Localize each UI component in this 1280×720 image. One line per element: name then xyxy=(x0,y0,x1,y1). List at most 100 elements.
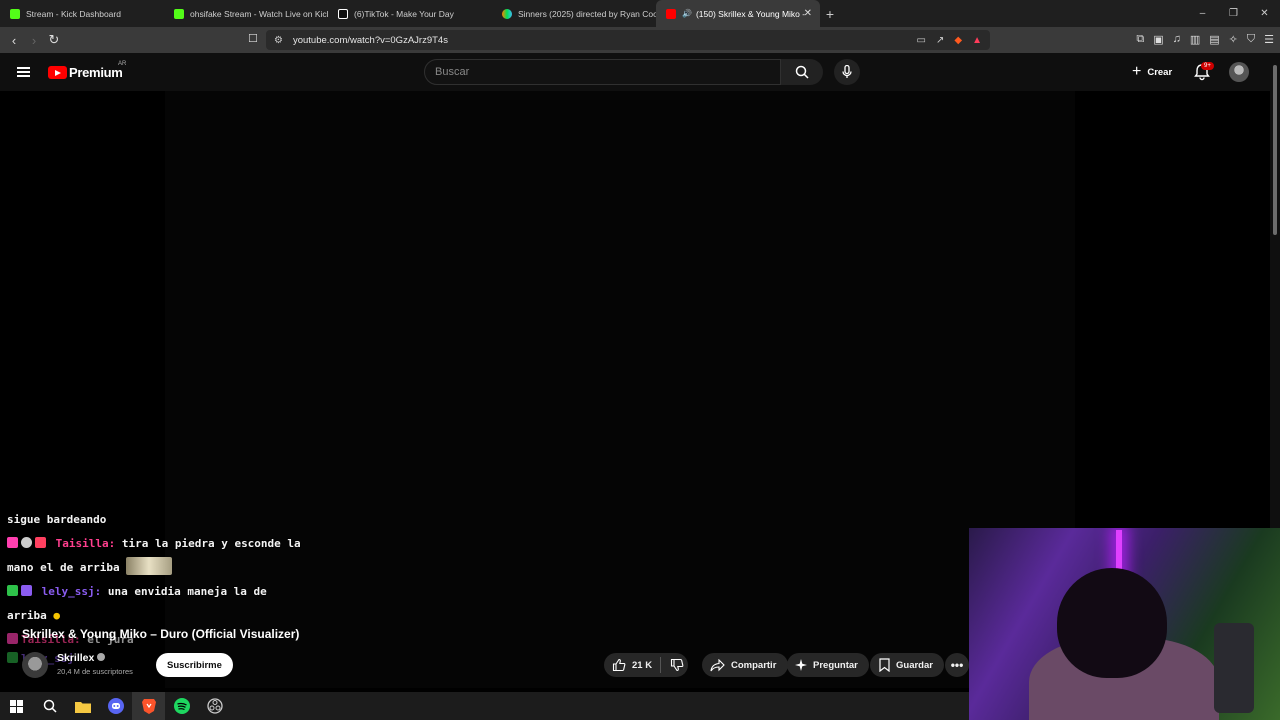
wallet-icon[interactable]: ▤ xyxy=(1209,33,1219,46)
tab-kick-stream[interactable]: ohsifake Stream - Watch Live on Kick xyxy=(164,0,328,27)
menu-icon[interactable]: ☰ xyxy=(1264,33,1274,46)
channel-name-link[interactable]: Skrillex xyxy=(57,652,106,664)
tab-label: Stream - Kick Dashboard xyxy=(26,8,121,19)
reload-icon[interactable]: ↻ xyxy=(44,32,64,48)
url-text: youtube.com/watch?v=0GzAJrz9T4s xyxy=(292,34,448,46)
thumbs-up-icon[interactable] xyxy=(612,658,626,672)
cast-icon[interactable]: ▭ xyxy=(917,35,926,46)
check-badge-icon xyxy=(7,585,18,596)
close-window-button[interactable]: ✕ xyxy=(1249,0,1280,27)
chat-text: una envidia maneja la de xyxy=(101,585,267,598)
forward-icon[interactable]: › xyxy=(24,33,44,48)
video-title: Skrillex & Young Miko – Duro (Official V… xyxy=(22,627,300,641)
chat-username: Taisilla: xyxy=(55,537,116,550)
share-button[interactable]: Compartir xyxy=(702,653,789,677)
brave-icon[interactable] xyxy=(132,692,165,720)
ask-button[interactable]: Preguntar xyxy=(787,653,869,677)
tab-label: ohsifake Stream - Watch Live on Kick xyxy=(190,8,328,19)
search-icon[interactable] xyxy=(33,692,66,720)
kick-icon xyxy=(174,8,184,19)
brave-rewards-icon[interactable]: ▲ xyxy=(972,35,982,46)
voice-search-button[interactable] xyxy=(834,59,860,85)
chat-text: arriba xyxy=(7,609,47,622)
windows-start-icon[interactable] xyxy=(0,692,33,720)
tab-label: Sinners (2025) directed by Ryan Coo xyxy=(518,8,656,19)
letterboxd-icon xyxy=(502,8,512,19)
youtube-icon xyxy=(666,8,676,19)
kick-icon xyxy=(10,8,20,19)
search-button[interactable] xyxy=(781,59,823,85)
share-icon xyxy=(710,658,725,671)
chat-emote xyxy=(126,557,173,575)
thumbs-down-icon[interactable] xyxy=(670,658,684,672)
tab-label: (150) Skrillex & Young Miko - xyxy=(695,8,806,19)
scrollbar-thumb[interactable] xyxy=(1273,65,1277,235)
vpn-icon[interactable]: ⛉ xyxy=(1247,33,1255,46)
obs-icon[interactable] xyxy=(198,692,231,720)
chat-username: lely_ssj: xyxy=(41,585,102,598)
tab-youtube-active[interactable]: 🔊 (150) Skrillex & Young Miko - ✕ xyxy=(656,0,820,27)
emoji-icon: ● xyxy=(53,609,60,622)
sub-badge-icon xyxy=(21,585,32,596)
window-controls: – ❐ ✕ xyxy=(1187,0,1280,27)
divider xyxy=(660,657,662,673)
tab-tiktok[interactable]: (6)TikTok - Make Your Day xyxy=(328,0,492,27)
youtube-play-icon xyxy=(48,66,67,79)
chat-text: mano el de arriba xyxy=(7,561,120,574)
search-box[interactable] xyxy=(424,59,781,85)
tab-letterboxd[interactable]: Sinners (2025) directed by Ryan Coo xyxy=(492,0,656,27)
share-page-icon[interactable]: ↗ xyxy=(936,35,944,46)
subscribe-button[interactable]: Suscribirme xyxy=(156,653,233,677)
tiktok-icon xyxy=(338,8,348,19)
restore-button[interactable]: ❐ xyxy=(1218,0,1249,27)
spotify-icon[interactable] xyxy=(165,692,198,720)
youtube-premium-logo[interactable]: Premium AR xyxy=(48,61,126,80)
file-explorer-icon[interactable] xyxy=(66,692,99,720)
hamburger-menu-icon[interactable] xyxy=(17,67,30,77)
video-info: Skrillex & Young Miko – Duro (Official V… xyxy=(0,622,969,688)
heart-badge-icon xyxy=(35,537,46,548)
speaker-icon[interactable]: 🔊 xyxy=(682,9,692,18)
logo-text: Premium xyxy=(69,65,123,80)
search-icon xyxy=(795,65,809,79)
save-label: Guardar xyxy=(896,659,933,671)
create-label: Crear xyxy=(1147,66,1173,78)
tab-label: (6)TikTok - Make Your Day xyxy=(354,8,454,19)
media-icon[interactable]: ♫ xyxy=(1173,33,1181,46)
wallet-icon[interactable]: ▣ xyxy=(1153,33,1163,46)
new-tab-button[interactable]: + xyxy=(820,0,840,27)
like-count[interactable]: 21 K xyxy=(632,660,652,671)
extensions-bar: ⧉ ▣ ♫ ▥ ▤ ✧ ⛉ ☰ xyxy=(1136,33,1274,46)
more-actions-button[interactable]: ••• xyxy=(945,653,969,677)
chat-message: sigue bardeando xyxy=(0,508,300,532)
brave-shields-icon[interactable]: ◆ xyxy=(954,35,962,46)
minimize-button[interactable]: – xyxy=(1187,0,1218,27)
plus-icon: + xyxy=(1132,63,1142,80)
ask-label: Preguntar xyxy=(813,659,858,671)
site-info-icon[interactable]: ⚙ xyxy=(274,35,283,46)
address-bar[interactable]: ⚙ youtube.com/watch?v=0GzAJrz9T4s ▭ ↗ ◆ … xyxy=(266,30,990,50)
bookmark-icon[interactable]: ☐ xyxy=(248,32,258,45)
search-input[interactable] xyxy=(435,66,780,78)
bookmark-save-icon xyxy=(879,658,890,672)
back-icon[interactable]: ‹ xyxy=(4,33,24,48)
gem-badge-icon xyxy=(7,537,18,548)
tab-kick-dashboard[interactable]: Stream - Kick Dashboard xyxy=(0,0,164,27)
save-button[interactable]: Guardar xyxy=(870,653,944,677)
sidebar-icon[interactable]: ▥ xyxy=(1190,33,1200,46)
create-button[interactable]: + Crear xyxy=(1126,61,1178,83)
windows-taskbar xyxy=(0,692,969,720)
video-frame xyxy=(165,91,1075,688)
user-avatar[interactable] xyxy=(1229,62,1249,82)
chat-text: tira la piedra y esconde la xyxy=(115,537,301,550)
share-label: Compartir xyxy=(731,659,777,671)
channel-avatar[interactable] xyxy=(22,652,48,678)
microphone-icon xyxy=(842,65,852,78)
leo-ai-icon[interactable]: ✧ xyxy=(1229,33,1238,46)
extensions-icon[interactable]: ⧉ xyxy=(1136,33,1144,46)
channel-name: Skrillex xyxy=(57,652,95,664)
discord-icon[interactable] xyxy=(99,692,132,720)
chat-text: sigue bardeando xyxy=(7,513,107,526)
country-code: AR xyxy=(118,61,127,67)
close-tab-icon[interactable]: ✕ xyxy=(804,8,812,19)
